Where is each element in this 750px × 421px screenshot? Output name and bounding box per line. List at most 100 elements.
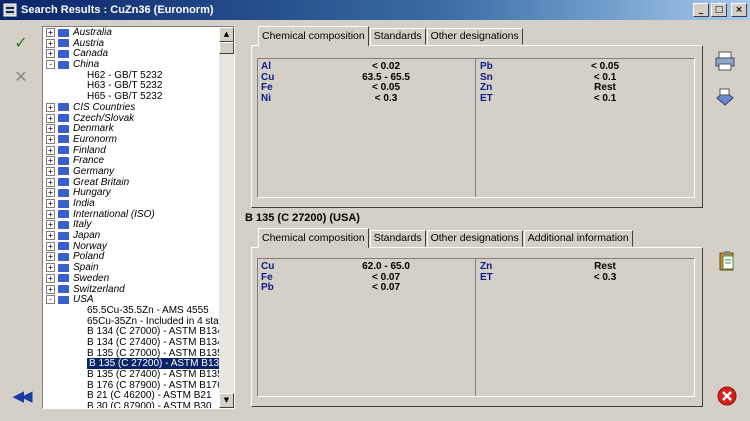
bottom-composition-panel: Cu 62.0 - 65.0 Fe < 0.07 Pb < 0.07 Zn Rest ET < … [251,247,703,407]
expand-icon[interactable]: + [46,38,55,48]
tree-node[interactable]: + Hungary [43,187,220,198]
folder-icon [58,135,69,144]
tree-node[interactable]: + France [43,155,220,166]
folder-icon [58,178,69,187]
tab-other-designations[interactable]: Other designations [426,28,523,45]
tab-chemical-composition[interactable]: Chemical composition [258,26,369,46]
tree-leaf[interactable]: B 135 (C 27000) - ASTM B135 [43,348,220,359]
tree-node[interactable]: + International (ISO) [43,209,220,220]
expand-icon[interactable]: + [46,263,55,273]
tree-node[interactable]: - USA [43,294,220,305]
tree-node[interactable]: + Sweden [43,273,220,284]
tree-leaf[interactable]: H62 - GB/T 5232 [43,70,220,81]
printer-icon[interactable] [714,50,736,72]
tree-node[interactable]: + Austria [43,38,220,49]
expand-icon[interactable]: + [46,188,55,198]
tree-scrollbar[interactable]: ▲ ▼ [219,27,234,408]
clipboard-icon[interactable] [716,250,738,272]
tree-node[interactable]: + Japan [43,230,220,241]
expand-icon[interactable]: + [46,177,55,187]
expand-icon[interactable]: + [46,134,55,144]
scroll-down-button[interactable]: ▼ [219,393,234,408]
expand-icon[interactable]: + [46,241,55,251]
element-symbol: Zn [480,82,493,93]
tree-leaf[interactable]: B 134 (C 27400) - ASTM B134 [43,337,220,348]
expand-icon[interactable]: + [46,113,55,123]
tree-node[interactable]: + CIS Countries [43,102,220,113]
tree-leaf[interactable]: 65Cu-35Zn - Included in 4 stand [43,316,220,327]
column-divider-2 [475,259,476,396]
tree-node[interactable]: + Great Britain [43,177,220,188]
scroll-thumb[interactable] [219,42,234,54]
tree-node[interactable]: - China [43,59,220,70]
expand-icon[interactable]: + [46,166,55,176]
window-title: Search Results : CuZn36 (Euronorm) [21,4,214,16]
double-left-arrow-icon[interactable]: ◀◀ [10,385,32,407]
tree-node[interactable]: + Finland [43,145,220,156]
minimize-button[interactable]: _ [693,3,709,17]
tree-node[interactable]: + Australia [43,27,220,38]
tree-node[interactable]: + Norway [43,241,220,252]
x-icon[interactable]: ✕ [10,66,32,88]
tree-leaf[interactable]: H63 - GB/T 5232 [43,80,220,91]
expand-icon[interactable]: + [46,209,55,219]
tab-other-designations-2[interactable]: Other designations [426,230,523,247]
tree-leaf[interactable]: H65 - GB/T 5232 [43,91,220,102]
tree-node[interactable]: + Poland [43,251,220,262]
tree-leaf-label: 65.5Cu-35.5Zn - AMS 4555 [87,304,209,316]
tree-node-label: Norway [73,240,107,252]
expand-icon[interactable]: + [46,199,55,208]
collapse-icon[interactable]: - [46,295,55,305]
expand-icon[interactable]: + [46,284,55,294]
tab-standards[interactable]: Standards [369,28,426,45]
element-symbol: Pb [261,282,274,293]
element-value: < 0.05 [371,82,401,93]
tree-node-label: Canada [73,48,109,60]
close-window-button[interactable]: × [731,3,747,17]
tree-node[interactable]: + Germany [43,166,220,177]
tree-node[interactable]: + Denmark [43,123,220,134]
tree-leaf[interactable]: B 176 (C 87900) - ASTM B176 [43,380,220,391]
tree-node[interactable]: + Canada [43,48,220,59]
tree-node[interactable]: + Switzerland [43,284,220,295]
tree-node[interactable]: + Euronorm [43,134,220,145]
expand-icon[interactable]: + [46,102,55,112]
country-tree[interactable]: + Australia + Austria + Canada - China H62 - GB/… [42,26,235,409]
tree-leaf[interactable]: B 30 (C 87900) - ASTM B30 [43,401,220,408]
maximize-button[interactable]: □ [711,3,727,17]
expand-icon[interactable]: + [46,220,55,230]
element-symbol: Ni [261,92,271,104]
close-red-icon[interactable] [716,385,738,407]
expand-icon[interactable]: + [46,28,55,37]
check-icon[interactable]: ✓ [10,32,32,54]
expand-icon[interactable]: + [46,252,55,262]
tab-chemical-composition-2[interactable]: Chemical composition [258,228,369,248]
scroll-up-button[interactable]: ▲ [219,27,234,42]
title-bar: Search Results : CuZn36 (Euronorm) _ □ × [0,0,750,20]
tree-node[interactable]: + Italy [43,219,220,230]
expand-icon[interactable]: + [46,49,55,59]
tree-node-label: Germany [73,165,115,177]
tree-leaf[interactable]: B 135 (C 27400) - ASTM B135 [43,369,220,380]
tab-additional-information[interactable]: Additional information [523,230,633,247]
tree-node[interactable]: + India [43,198,220,209]
folder-icon [58,156,69,165]
tree-node-label: France [73,155,105,167]
tree-leaf[interactable]: B 134 (C 27000) - ASTM B134 [43,326,220,337]
folder-icon [58,231,69,240]
tree-node[interactable]: + Czech/Slovak [43,113,220,124]
expand-icon[interactable]: + [46,273,55,283]
tree-node-label: Austria [73,37,105,49]
expand-icon[interactable]: + [46,145,55,155]
tab-standards-2[interactable]: Standards [369,230,426,247]
expand-icon[interactable]: + [46,156,55,166]
collapse-icon[interactable]: - [46,60,55,70]
tree-node[interactable]: + Spain [43,262,220,273]
composition-row: Pb < 0.07 [261,282,471,294]
tree-leaf[interactable]: 65.5Cu-35.5Zn - AMS 4555 [43,305,220,316]
tree-leaf[interactable]: B 21 (C 46200) - ASTM B21 [43,390,220,401]
expand-icon[interactable]: + [46,124,55,134]
print-setup-icon[interactable] [714,86,736,108]
expand-icon[interactable]: + [46,231,55,241]
tree-leaf[interactable]: B 135 (C 27200) - ASTM B135 [43,358,220,370]
